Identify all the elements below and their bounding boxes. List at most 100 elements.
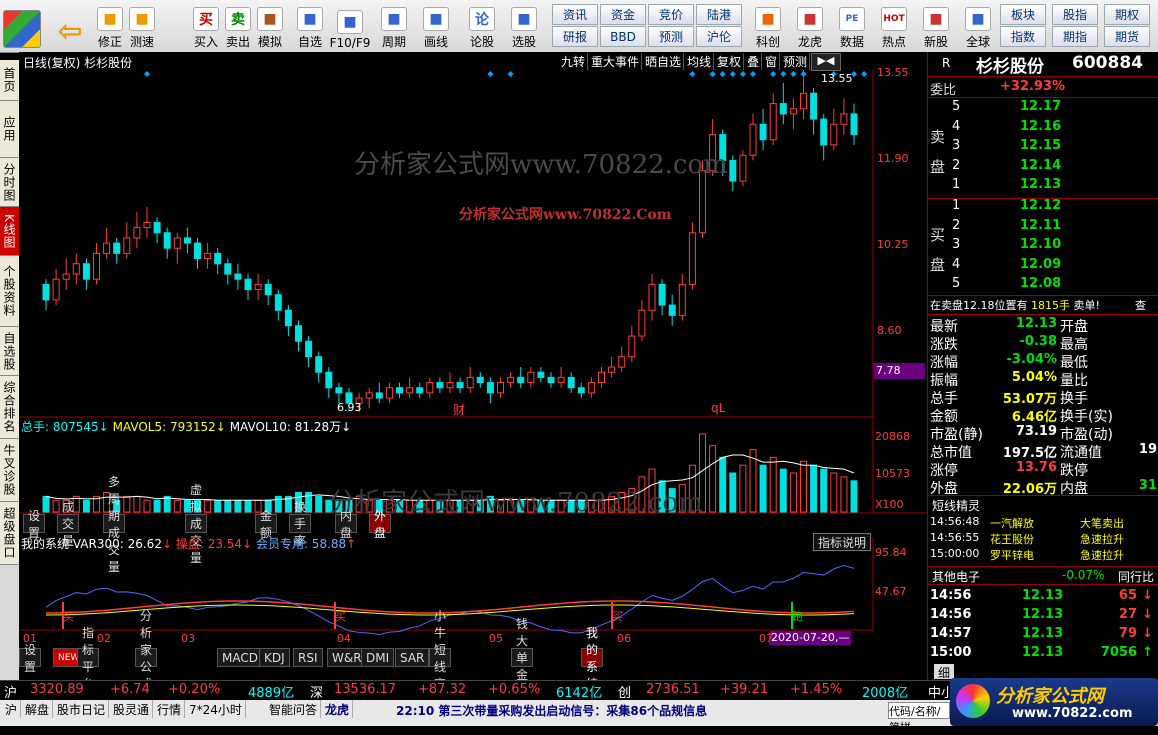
indicator-tab[interactable]: 钱大单金额 <box>511 617 534 699</box>
side-tab[interactable]: 应用 <box>0 101 19 158</box>
indicator-tab[interactable]: 设置 <box>19 643 42 674</box>
buy-button[interactable]: 买买入 <box>188 2 224 50</box>
event-diamond[interactable] <box>770 71 777 77</box>
pencil-button[interactable]: ■ 画线 <box>418 2 454 50</box>
side-tab[interactable]: 首页 <box>0 60 19 101</box>
event-diamond[interactable] <box>507 71 514 77</box>
bottom-bar-item[interactable]: 股灵通 <box>110 700 154 718</box>
globe-button[interactable]: ■ 全球 <box>960 2 996 50</box>
hot-button[interactable]: HOT 热点 <box>876 2 912 50</box>
arrow-up-button[interactable]: ■ 修正 <box>92 2 128 50</box>
order-book-row[interactable]: 5 12.17 <box>928 99 1158 117</box>
event-diamond[interactable] <box>487 71 494 77</box>
app-logo[interactable] <box>2 2 42 50</box>
stock-search-input[interactable]: 代码/名称/简拼 <box>888 702 950 734</box>
event-diamond[interactable] <box>750 71 756 77</box>
order-book-row[interactable]: 4 12.09 <box>928 257 1158 275</box>
toolbar-small-button[interactable]: 预测 <box>648 26 694 47</box>
f10-button[interactable]: ■ F10/F9 <box>330 2 370 50</box>
indicator-tab[interactable]: 小牛短线高手 <box>429 609 452 708</box>
order-book-row[interactable]: 3 12.15 <box>928 138 1158 156</box>
ql-marker[interactable]: qL <box>711 401 725 415</box>
side-tab[interactable]: K线图 <box>0 207 19 256</box>
toolbar-small-button[interactable]: 研报 <box>552 26 598 47</box>
toolbar-small-button[interactable]: 竞价 <box>648 4 694 25</box>
clock-button[interactable]: ■ 周期 <box>376 2 412 50</box>
indicator-tab[interactable]: KDJ <box>259 648 290 667</box>
toolbar-small-button[interactable]: 期货 <box>1104 26 1150 47</box>
chart-line-button[interactable]: ■ 科创 <box>750 2 786 50</box>
order-book-row[interactable]: 1 12.13 <box>928 177 1158 195</box>
select-button[interactable]: ■ 选股 <box>506 2 542 50</box>
toolbar-small-button[interactable]: 板块 <box>1000 4 1046 25</box>
indicator-tab[interactable]: MACD <box>217 648 263 667</box>
volume-tab[interactable]: 多周期成交量 <box>103 475 126 574</box>
toolbar-small-button[interactable]: 资讯 <box>552 4 598 25</box>
side-tab[interactable]: 超级盘口 <box>0 502 19 565</box>
finance-marker[interactable]: 财 <box>453 401 465 418</box>
event-diamond[interactable] <box>144 71 150 77</box>
order-book-row[interactable]: 2 12.14 <box>928 158 1158 176</box>
side-tab[interactable]: 分时图 <box>0 158 19 207</box>
sector-name[interactable]: 其他电子 <box>932 568 980 585</box>
order-book-row[interactable]: 2 12.11 <box>928 218 1158 236</box>
volume-tab[interactable]: 成交量 <box>57 500 80 548</box>
detail-tab[interactable]: 细 <box>934 664 954 680</box>
bottom-bar-item[interactable]: 智能问答 <box>266 700 322 718</box>
event-diamond[interactable] <box>800 71 807 77</box>
event-diamond[interactable] <box>709 71 716 77</box>
sell-button[interactable]: 卖卖出 <box>220 2 256 50</box>
event-diamond[interactable] <box>729 71 736 77</box>
star-button[interactable]: ■ 自选 <box>292 2 328 50</box>
new-stock-button[interactable]: ■ 新股 <box>918 2 954 50</box>
bottom-bar-item[interactable]: 龙虎 <box>322 700 354 718</box>
toolbar-small-button[interactable]: 沪伦 <box>696 26 742 47</box>
bottom-bar-item[interactable]: 行情 <box>154 700 186 718</box>
event-diamond[interactable] <box>739 71 746 77</box>
indicator-tab[interactable]: RSI <box>293 648 323 667</box>
event-diamond[interactable] <box>861 71 868 77</box>
news-ticker[interactable]: 22:10 第三次带量采购发出启动信号：采集86个品规信息 <box>396 702 707 719</box>
indicator-tab[interactable]: 指标平台 <box>77 626 100 691</box>
order-book-row[interactable]: 1 12.12 <box>928 198 1158 216</box>
event-diamond[interactable] <box>719 71 726 77</box>
volume-tab[interactable]: 虚拟成交量 <box>185 483 208 565</box>
big-order-notice[interactable]: 在卖盘12.18位置有 1815手 卖单! 查 <box>930 297 1158 313</box>
toolbar-small-button[interactable]: 指数 <box>1000 26 1046 47</box>
event-diamond[interactable] <box>689 71 696 77</box>
order-book-row[interactable]: 4 12.16 <box>928 119 1158 137</box>
discuss-button[interactable]: 论论股 <box>464 2 500 50</box>
back-button[interactable]: ⇦ <box>50 2 90 50</box>
order-book-row[interactable]: 3 12.10 <box>928 237 1158 255</box>
event-diamond[interactable] <box>780 71 787 77</box>
order-book-row[interactable]: 5 12.08 <box>928 276 1158 294</box>
bottom-bar-item[interactable]: 解盘 <box>22 700 54 718</box>
toolbar-small-button[interactable]: 期指 <box>1052 26 1098 47</box>
bottom-bar-item[interactable]: 沪 <box>2 700 22 718</box>
side-tab[interactable]: 牛叉诊股 <box>0 439 19 502</box>
sz-index[interactable]: 13536.17 <box>334 682 396 697</box>
bottom-bar-item[interactable]: 7*24小时 <box>186 700 246 718</box>
indicator-tab[interactable]: DMI <box>361 648 395 667</box>
toolbar-small-button[interactable]: 期权 <box>1104 4 1150 25</box>
sh-index[interactable]: 3320.89 <box>30 682 84 697</box>
volume-tab[interactable]: 外盘 <box>369 509 392 540</box>
bottom-bar-item[interactable]: 股市日记 <box>54 700 110 718</box>
volume-tab[interactable]: 内盘 <box>335 509 358 540</box>
side-tab[interactable]: 综合排名 <box>0 376 19 439</box>
volume-tab[interactable]: 换手率 <box>289 500 312 548</box>
toolbar-small-button[interactable]: 陆港 <box>696 4 742 25</box>
sector-compare[interactable]: 同行比 <box>1118 568 1154 585</box>
sprite-title[interactable]: 短线精灵 <box>932 497 980 514</box>
cy-index[interactable]: 2736.51 <box>646 682 700 697</box>
toolbar-small-button[interactable]: 资金 <box>600 4 646 25</box>
sprite-row[interactable]: 15:00:00 罗平锌电 急速拉升 <box>928 547 1158 565</box>
indicator-tab[interactable]: SAR <box>395 648 430 667</box>
pe-button[interactable]: PE 数据 <box>834 2 870 50</box>
toolbar-small-button[interactable]: BBD <box>600 26 646 47</box>
volume-tab[interactable]: 金额 <box>255 509 278 540</box>
event-diamond[interactable] <box>790 71 797 77</box>
dragon-button[interactable]: ■ 龙虎 <box>792 2 828 50</box>
kline-chart-area[interactable]: 日线(复权) 杉杉股份 九转 重大事件 晒自选 均线 复权叠窗预测 ▶◀ 分析家公式网w… <box>19 52 927 708</box>
side-tab[interactable]: 个股资料 <box>0 256 19 327</box>
